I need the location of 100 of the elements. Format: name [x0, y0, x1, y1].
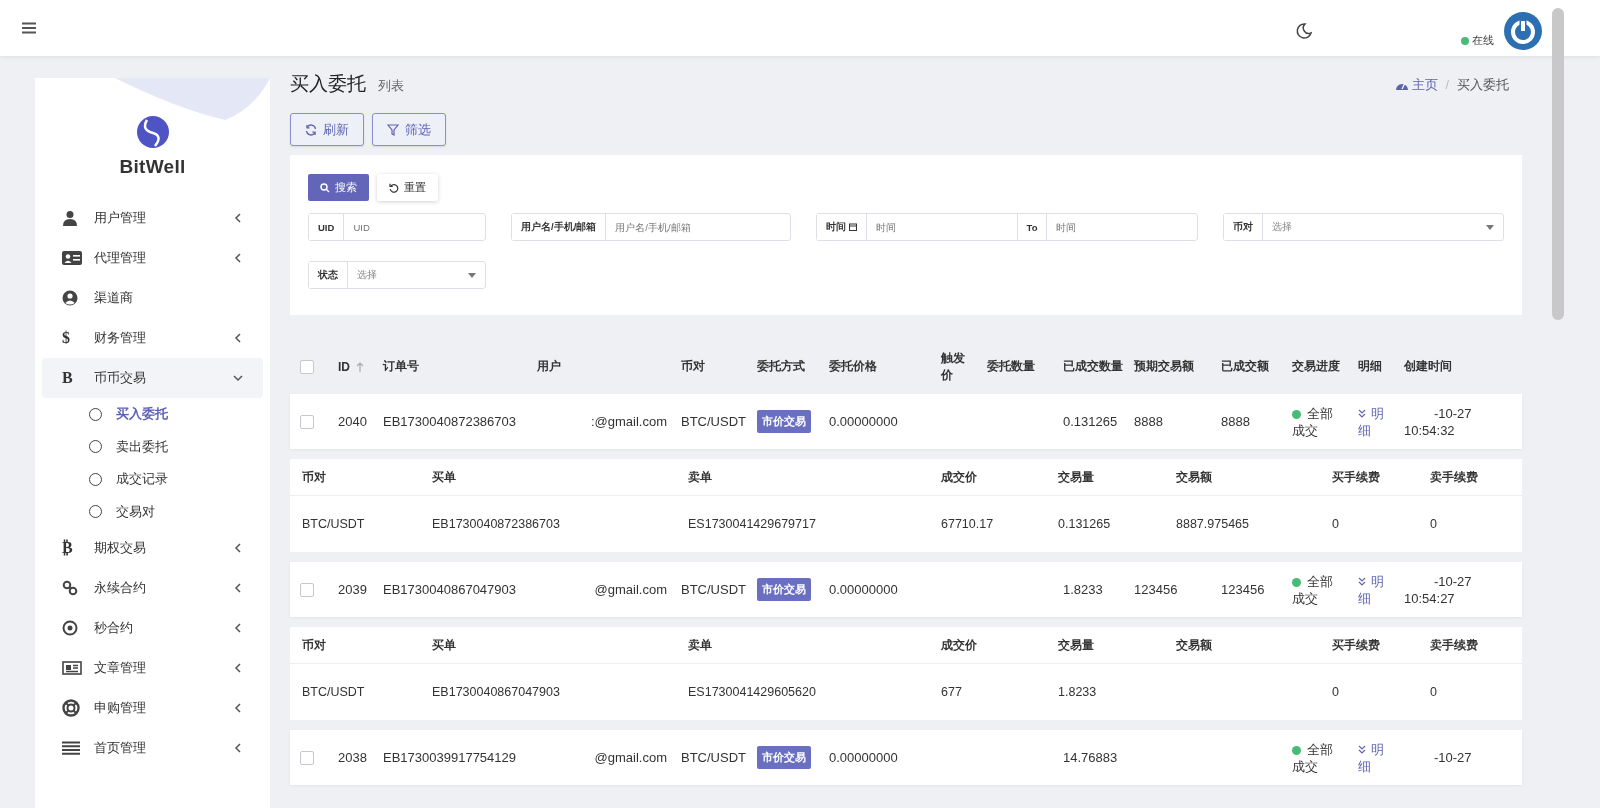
column-header: 卖手续费 — [1430, 469, 1479, 485]
table-cell: 0.131265 — [1063, 414, 1118, 429]
table-cell: 8888 — [1134, 414, 1163, 429]
detail-link[interactable]: 明细 — [1358, 740, 1394, 775]
table-cell: ES1730041429605620 — [688, 685, 816, 699]
table-cell: 8887.975465 — [1176, 517, 1249, 531]
nav-subitem[interactable]: 卖出委托 — [35, 430, 270, 463]
newspaper-icon — [62, 660, 82, 676]
column-header: 成交价 — [941, 469, 978, 485]
target-icon — [62, 620, 78, 636]
nav-subitem[interactable]: 买入委托 — [35, 398, 270, 431]
table-cell-text: 2040 — [338, 414, 368, 429]
nav-item[interactable]: 永续合约 — [42, 568, 263, 608]
chevron-icon — [233, 333, 243, 343]
moon-icon[interactable] — [1295, 22, 1313, 40]
filter-icon — [387, 123, 399, 136]
scrollbar[interactable] — [1552, 8, 1564, 320]
column-header: 卖单 — [688, 637, 713, 653]
text-field[interactable]: 用户名/手机/邮箱 用户名/手机/邮箱 — [511, 213, 791, 241]
table-cell: 677 — [941, 685, 962, 699]
table-cell: 0 — [1430, 517, 1437, 531]
table-cell: 8888 — [1221, 414, 1250, 429]
input-field[interactable]: UID — [344, 214, 485, 240]
time-text: 10:54:32 — [1404, 421, 1456, 439]
dropdown-icon — [468, 272, 476, 278]
table-cell: ES1730041429679717 — [688, 517, 816, 531]
table-cell: 0 — [1332, 685, 1339, 699]
search-button[interactable]: 搜索 — [308, 174, 369, 201]
chevron-icon — [233, 703, 243, 713]
detail-link[interactable]: 明细 — [1358, 572, 1394, 607]
brand-name: BitWell — [119, 156, 186, 178]
search-icon — [320, 182, 330, 193]
column-header: 交易量 — [1058, 469, 1095, 485]
table-cell: BTC/USDT — [302, 517, 365, 531]
select-field[interactable]: 币对 选择 — [1223, 213, 1504, 241]
table-cell: 0 — [1332, 517, 1339, 531]
breadcrumb-separator: / — [1445, 78, 1449, 92]
reset-button[interactable]: 重置 — [377, 174, 438, 201]
column-header: 交易额 — [1176, 637, 1213, 653]
user-icon — [62, 210, 78, 226]
breadcrumb-link[interactable]: 主页 — [1395, 76, 1438, 94]
chevron-icon — [233, 213, 243, 223]
sort-arrow-icon[interactable] — [356, 361, 364, 372]
nav-item[interactable]: B 币币交易 — [42, 358, 263, 398]
select-field[interactable]: 状态 选择 — [308, 261, 486, 289]
column-header[interactable]: ID — [338, 359, 350, 374]
column-header: 触发价 — [941, 349, 966, 384]
table-cell-text: 0.00000000 — [829, 582, 899, 597]
nav-subitem[interactable]: 成交记录 — [35, 463, 270, 496]
row-checkbox[interactable] — [300, 750, 314, 765]
dropdown-icon — [1486, 224, 1494, 230]
input-field[interactable]: 时间 — [867, 214, 1017, 240]
list-icon — [62, 741, 80, 755]
nav-item[interactable]: ₿ 期权交易 — [42, 528, 263, 568]
input-field[interactable]: 时间 — [1047, 214, 1197, 240]
refresh-button[interactable]: 刷新 — [290, 113, 364, 146]
table-cell-text: EB1730040867047903 — [383, 582, 518, 597]
select-all-checkbox[interactable] — [300, 359, 314, 374]
breadcrumb-item: 买入委托 — [1457, 76, 1509, 94]
column-header: 买手续费 — [1332, 637, 1381, 653]
table-cell: 1.8233 — [1058, 685, 1097, 699]
menu-icon[interactable] — [22, 22, 36, 34]
column-header: 卖单 — [688, 469, 713, 485]
table-cell-text: 0.00000000 — [829, 414, 899, 429]
row-checkbox[interactable] — [300, 582, 314, 597]
nav-item[interactable]: 渠道商 — [42, 278, 263, 318]
column-header: 买手续费 — [1332, 469, 1381, 485]
page-title: 买入委托 — [290, 72, 366, 96]
table-cell: 14.76883 — [1063, 750, 1118, 765]
nav-item[interactable]: 用户管理 — [42, 198, 263, 238]
nav-item[interactable]: 秒合约 — [42, 608, 263, 648]
table-cell: 67710.17 — [941, 517, 994, 531]
field-label: 时间 — [817, 214, 867, 240]
filter-button[interactable]: 筛选 — [372, 113, 446, 146]
row-checkbox[interactable] — [300, 414, 314, 429]
field-label: UID — [309, 214, 345, 240]
table-cell: 1.8233 — [1063, 582, 1103, 597]
nav-item[interactable]: $ 财务管理 — [42, 318, 263, 358]
date-text: -10-27 — [1433, 749, 1473, 766]
avatar-icon[interactable] — [1504, 12, 1542, 50]
column-header: 交易额 — [1176, 469, 1213, 485]
field-label: 状态 — [309, 262, 348, 288]
nav-item[interactable]: 首页管理 — [42, 728, 263, 768]
text-field[interactable]: UID UID — [308, 213, 486, 241]
nav-item[interactable]: 代理管理 — [42, 238, 263, 278]
column-header: 已成交额 — [1221, 358, 1269, 375]
lifebuoy-icon — [62, 699, 80, 717]
chevron-icon — [233, 253, 243, 263]
date-range-field[interactable]: 时间 时间 To 时间 — [816, 213, 1198, 241]
nav-item[interactable]: 申购管理 — [42, 688, 263, 728]
nav-subitem[interactable]: 交易对 — [35, 495, 270, 528]
column-header: 用户 — [537, 358, 561, 375]
nav-glyph: B — [62, 369, 73, 387]
nav-item[interactable]: 文章管理 — [42, 648, 263, 688]
table-cell-text: 2039 — [338, 582, 368, 597]
table-cell: BTC/USDT — [302, 685, 365, 699]
date-text: -10-27 — [1433, 572, 1473, 590]
column-header: 委托价格 — [829, 358, 877, 375]
detail-link[interactable]: 明细 — [1358, 404, 1394, 439]
input-field[interactable]: 用户名/手机/邮箱 — [606, 214, 790, 240]
